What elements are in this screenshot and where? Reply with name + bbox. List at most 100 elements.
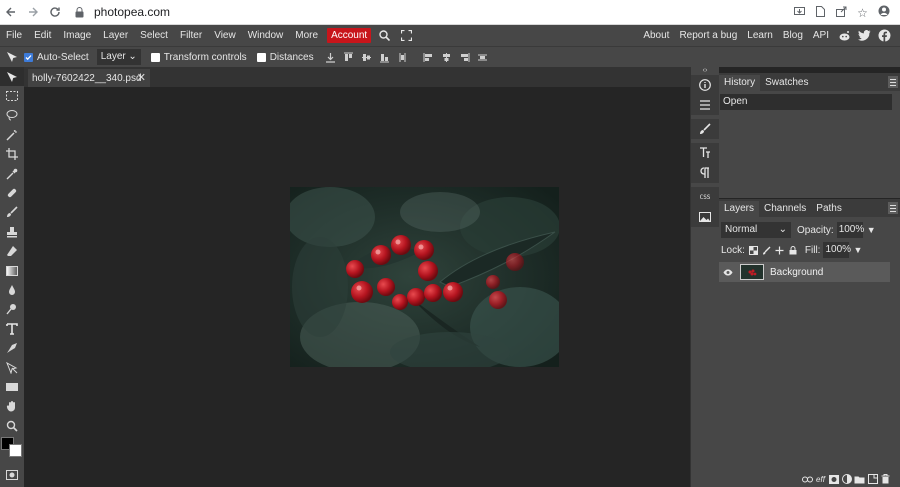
brush-tool[interactable] xyxy=(0,203,24,222)
layer-row[interactable]: Background xyxy=(719,262,890,282)
auto-select-checkbox[interactable]: Auto-Select xyxy=(24,52,89,63)
move-tool[interactable] xyxy=(0,67,24,87)
menu-layer[interactable]: Layer xyxy=(97,25,134,46)
menu-about[interactable]: About xyxy=(638,25,674,46)
tab-swatches[interactable]: Swatches xyxy=(760,75,813,91)
transform-controls-checkbox[interactable]: Transform controls xyxy=(150,52,247,63)
document-tab[interactable]: holly-7602422__340.psd ✕ xyxy=(28,69,150,87)
menu-api[interactable]: API xyxy=(808,25,834,46)
new-group-icon[interactable] xyxy=(853,473,866,485)
align-middle-icon[interactable] xyxy=(358,47,376,68)
history-entry[interactable]: Open xyxy=(720,94,892,110)
tab-channels[interactable]: Channels xyxy=(759,201,811,217)
menu-select[interactable]: Select xyxy=(134,25,174,46)
install-icon[interactable] xyxy=(789,6,810,20)
healing-brush-tool[interactable] xyxy=(0,183,24,202)
opacity-dropdown-icon[interactable]: ▼ xyxy=(867,225,876,235)
menu-edit[interactable]: Edit xyxy=(28,25,57,46)
panel-menu-icon[interactable] xyxy=(888,202,898,214)
opacity-input[interactable]: 100% xyxy=(836,222,864,238)
properties-icon[interactable] xyxy=(692,95,718,115)
collapse-icon[interactable]: ‹› xyxy=(691,67,719,75)
delete-layer-icon[interactable] xyxy=(879,473,892,485)
distribute-icon[interactable] xyxy=(394,47,412,68)
background-color[interactable] xyxy=(9,444,22,458)
forward-icon[interactable] xyxy=(22,0,44,25)
facebook-icon[interactable] xyxy=(874,25,894,46)
twitter-icon[interactable] xyxy=(854,25,874,46)
panel-menu-icon[interactable] xyxy=(888,76,898,88)
quick-mask-icon[interactable] xyxy=(0,465,24,484)
brush-settings-icon[interactable] xyxy=(692,119,718,139)
menu-learn[interactable]: Learn xyxy=(742,25,778,46)
info-icon[interactable] xyxy=(692,75,718,95)
layer-effects-icon[interactable]: eff xyxy=(814,473,827,485)
download-icon[interactable] xyxy=(322,47,340,68)
account-button[interactable]: Account xyxy=(327,28,372,43)
path-select-tool[interactable] xyxy=(0,358,24,377)
link-layers-icon[interactable] xyxy=(801,473,814,485)
star-icon[interactable]: ☆ xyxy=(852,6,873,20)
fill-dropdown-icon[interactable]: ▼ xyxy=(853,245,862,255)
align-right-icon[interactable] xyxy=(456,47,474,68)
distances-checkbox[interactable]: Distances xyxy=(256,52,314,63)
gradient-tool[interactable] xyxy=(0,261,24,280)
tab-layers[interactable]: Layers xyxy=(719,201,760,217)
eyedropper-tool[interactable] xyxy=(0,164,24,183)
menu-blog[interactable]: Blog xyxy=(778,25,808,46)
align-top-icon[interactable] xyxy=(340,47,358,68)
clone-stamp-tool[interactable] xyxy=(0,222,24,241)
search-icon[interactable] xyxy=(375,25,393,46)
character-icon[interactable] xyxy=(692,143,718,163)
document-image[interactable] xyxy=(290,187,559,367)
lock-all-icon[interactable] xyxy=(787,244,799,256)
image-icon[interactable] xyxy=(692,207,718,227)
distribute-horizontal-icon[interactable] xyxy=(474,47,492,68)
tab-history[interactable]: History xyxy=(719,75,761,91)
eye-icon[interactable] xyxy=(719,269,737,276)
crop-tool[interactable] xyxy=(0,145,24,164)
blend-mode-dropdown[interactable]: Normal ⌄ xyxy=(721,222,791,238)
blur-tool[interactable] xyxy=(0,280,24,299)
fill-input[interactable]: 100% xyxy=(823,242,851,258)
lasso-tool[interactable] xyxy=(0,106,24,125)
menu-window[interactable]: Window xyxy=(242,25,290,46)
menu-filter[interactable]: Filter xyxy=(174,25,208,46)
menu-report-bug[interactable]: Report a bug xyxy=(674,25,742,46)
address-bar[interactable]: photopea.com xyxy=(72,5,170,19)
hand-tool[interactable] xyxy=(0,397,24,416)
magic-wand-tool[interactable] xyxy=(0,125,24,144)
lock-position-icon[interactable] xyxy=(774,244,786,256)
paragraph-icon[interactable] xyxy=(692,163,718,183)
fullscreen-icon[interactable] xyxy=(397,25,415,46)
page-icon[interactable] xyxy=(810,5,831,20)
auto-select-target-dropdown[interactable]: Layer ⌄ xyxy=(96,49,141,65)
align-center-icon[interactable] xyxy=(438,47,456,68)
menu-image[interactable]: Image xyxy=(57,25,97,46)
lock-transparency-icon[interactable] xyxy=(748,244,760,256)
add-mask-icon[interactable] xyxy=(827,473,840,485)
reddit-icon[interactable] xyxy=(834,25,854,46)
type-tool[interactable] xyxy=(0,319,24,338)
back-icon[interactable] xyxy=(0,0,22,25)
marquee-tool[interactable] xyxy=(0,86,24,105)
adjustment-layer-icon[interactable] xyxy=(840,473,853,485)
align-bottom-icon[interactable] xyxy=(376,47,394,68)
eraser-tool[interactable] xyxy=(0,242,24,261)
css-icon[interactable]: CSS xyxy=(692,187,718,207)
share-icon[interactable] xyxy=(831,6,852,20)
zoom-tool[interactable] xyxy=(0,416,24,435)
rectangle-tool[interactable] xyxy=(0,377,24,396)
align-left-icon[interactable] xyxy=(420,47,438,68)
menu-view[interactable]: View xyxy=(208,25,242,46)
reload-icon[interactable] xyxy=(44,0,66,25)
lock-pixels-icon[interactable] xyxy=(761,244,773,256)
dodge-tool[interactable] xyxy=(0,300,24,319)
menu-file[interactable]: File xyxy=(0,25,28,46)
new-layer-icon[interactable] xyxy=(866,473,879,485)
menu-more[interactable]: More xyxy=(289,25,324,46)
color-swatches[interactable] xyxy=(0,435,24,465)
profile-icon[interactable] xyxy=(873,5,894,20)
canvas-area[interactable] xyxy=(24,87,690,487)
pen-tool[interactable] xyxy=(0,338,24,357)
